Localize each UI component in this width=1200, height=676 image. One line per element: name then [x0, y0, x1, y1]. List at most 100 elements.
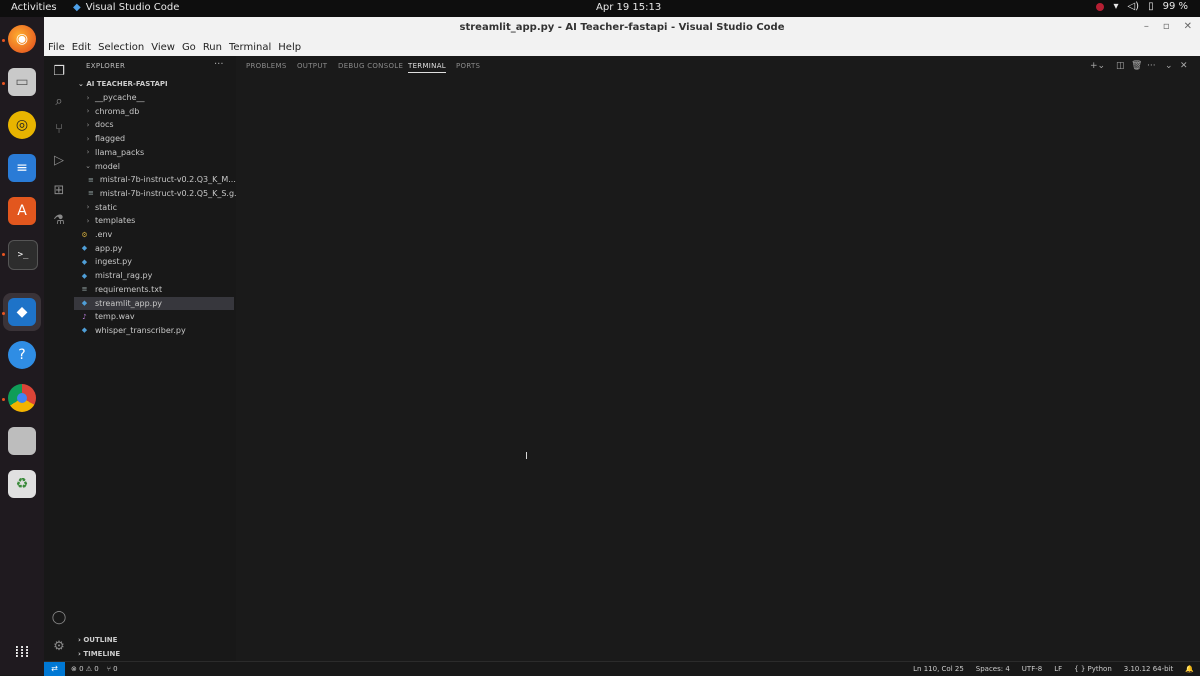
ports-count[interactable]: ⑂ 0 [107, 665, 118, 673]
text-cursor-icon: I [525, 451, 528, 462]
tree-item-label: flagged [95, 134, 126, 144]
tree-item-label: whisper_transcriber.py [95, 325, 186, 335]
python-file-icon: ◆ [81, 326, 88, 335]
explorer-sidebar: EXPLORER ··· ⌄ AI TEACHER-FASTAPI › __pyc… [74, 56, 242, 661]
tab-ports[interactable]: PORTS [456, 62, 480, 70]
python-file-icon: ◆ [81, 257, 88, 266]
more-actions-icon[interactable]: ··· [1147, 61, 1156, 71]
workspace-root[interactable]: ⌄ AI TEACHER-FASTAPI [78, 80, 168, 88]
tab-debug-console[interactable]: DEBUG CONSOLE [338, 62, 403, 70]
menu-run[interactable]: Run [203, 42, 222, 53]
volume-icon: ◁) [1127, 1, 1140, 12]
explorer-icon[interactable]: ❐ [50, 62, 68, 80]
indentation[interactable]: Spaces: 4 [976, 665, 1010, 673]
search-icon[interactable]: ⌕ [50, 92, 68, 110]
app-menu[interactable]: ◆ Visual Studio Code [73, 2, 179, 13]
window-titlebar: streamlit_app.py - AI Teacher-fastapi - … [44, 17, 1200, 39]
menu-help[interactable]: Help [278, 42, 301, 53]
tree-item[interactable]: › docs [74, 118, 234, 131]
python-file-icon: ◆ [81, 299, 88, 307]
tree-item[interactable]: ◆ mistral_rag.py [74, 269, 234, 282]
tree-item-label: llama_packs [95, 147, 145, 157]
new-terminal-icon[interactable]: +⌄ [1090, 61, 1105, 71]
libreoffice-writer-icon[interactable]: ≡ [8, 154, 36, 182]
chrome-icon[interactable] [8, 384, 36, 412]
help-icon[interactable]: ? [8, 341, 36, 369]
tree-item-label: mistral-7b-instruct-v0.2.Q5_K_S.g... [99, 188, 242, 198]
tab-terminal[interactable]: TERMINAL [408, 62, 446, 73]
terminal-icon[interactable]: >_ [8, 240, 38, 270]
menu-terminal[interactable]: Terminal [229, 42, 271, 53]
show-apps-grid-icon[interactable]: ⁞⁞⁞ [8, 637, 36, 665]
file-icon: ≡ [88, 175, 94, 184]
menu-edit[interactable]: Edit [72, 42, 91, 53]
tab-problems[interactable]: PROBLEMS [246, 62, 287, 70]
clock[interactable]: Apr 19 15:13 [596, 2, 661, 13]
trash-icon[interactable]: ♻ [8, 470, 36, 498]
app-center-icon[interactable]: A [8, 197, 36, 225]
running-indicator-icon [2, 398, 5, 401]
tree-item[interactable]: ⚙ .env [74, 228, 234, 241]
remote-indicator[interactable]: ⇄ [44, 662, 65, 676]
python-interpreter[interactable]: 3.10.12 64-bit [1124, 665, 1174, 673]
tree-item[interactable]: ≡ requirements.txt [74, 283, 234, 296]
tree-item[interactable]: › flagged [74, 132, 234, 145]
tree-item[interactable]: › chroma_db [74, 105, 234, 118]
text-file-icon: ≡ [81, 285, 88, 294]
tree-item[interactable]: ≡ mistral-7b-instruct-v0.2.Q5_K_S.g... [74, 187, 242, 200]
tree-item[interactable]: ◆ app.py [74, 242, 234, 255]
tree-item[interactable]: › static [74, 201, 234, 214]
notifications-bell-icon[interactable]: 🔔 [1185, 665, 1194, 673]
outline-section[interactable]: › OUTLINE [78, 636, 117, 644]
tree-item[interactable]: ◆ ingest.py [74, 255, 234, 268]
activities-button[interactable]: Activities [11, 2, 57, 13]
manage-gear-icon[interactable]: ⚙ [50, 637, 68, 655]
tree-item[interactable]: ⌄ model [74, 160, 234, 173]
source-control-icon[interactable]: ⑂ [50, 120, 68, 138]
chevron-right-icon: › [86, 134, 90, 143]
close-panel-icon[interactable]: ✕ [1180, 61, 1188, 71]
tree-item[interactable]: › templates [74, 214, 234, 227]
tab-output[interactable]: OUTPUT [297, 62, 327, 70]
language-mode[interactable]: { } Python [1074, 665, 1112, 673]
cursor-position[interactable]: Ln 110, Col 25 [913, 665, 964, 673]
files-icon[interactable]: ▭ [8, 68, 36, 96]
maximize-panel-icon[interactable]: ⌄ [1165, 61, 1173, 71]
problems-count[interactable]: ⊗ 0 ⚠ 0 [71, 665, 99, 673]
drive-icon[interactable] [8, 427, 36, 455]
system-tray[interactable]: ▾ ◁) ▯ 99 % [1096, 1, 1188, 12]
explorer-more-actions-button[interactable]: ··· [214, 59, 224, 70]
menu-view[interactable]: View [151, 42, 175, 53]
extensions-icon[interactable]: ⊞ [50, 181, 68, 199]
tree-item-label: mistral-7b-instruct-v0.2.Q3_K_M... [99, 175, 236, 185]
close-button[interactable]: ✕ [1184, 21, 1192, 32]
battery-level: 99 % [1162, 1, 1188, 12]
tree-item[interactable]: › __pycache__ [74, 91, 234, 104]
tree-item[interactable]: ≡ mistral-7b-instruct-v0.2.Q3_K_M... [74, 173, 236, 186]
tree-item-label: templates [95, 216, 136, 226]
chevron-right-icon: › [86, 107, 90, 116]
menu-bar: File Edit Selection View Go Run Terminal… [44, 39, 1200, 56]
tree-item[interactable]: ◆ whisper_transcriber.py [74, 324, 234, 337]
maximize-button[interactable]: ▫ [1163, 21, 1170, 32]
minimize-button[interactable]: – [1144, 21, 1149, 32]
tree-item[interactable]: ◆ streamlit_app.py [74, 296, 234, 310]
end-of-line[interactable]: LF [1054, 665, 1062, 673]
tree-item-label: __pycache__ [95, 93, 145, 102]
firefox-icon[interactable]: ◉ [8, 25, 36, 53]
run-debug-icon[interactable]: ▷ [50, 151, 68, 169]
rhythmbox-icon[interactable]: ◎ [8, 111, 36, 139]
vscode-icon[interactable]: ◆ [8, 298, 36, 326]
menu-file[interactable]: File [48, 42, 65, 53]
split-terminal-icon[interactable]: ◫ [1116, 61, 1125, 71]
chevron-right-icon: › [86, 120, 90, 129]
kill-terminal-icon[interactable]: 🗑 [1131, 61, 1142, 71]
menu-go[interactable]: Go [182, 42, 196, 53]
tree-item[interactable]: › llama_packs [74, 146, 234, 159]
accounts-icon[interactable]: ◯ [50, 608, 68, 626]
testing-icon[interactable]: ⚗ [50, 211, 68, 229]
timeline-section[interactable]: › TIMELINE [78, 650, 120, 658]
menu-selection[interactable]: Selection [98, 42, 144, 53]
encoding[interactable]: UTF-8 [1022, 665, 1042, 673]
tree-item[interactable]: ♪ temp.wav [74, 310, 234, 323]
